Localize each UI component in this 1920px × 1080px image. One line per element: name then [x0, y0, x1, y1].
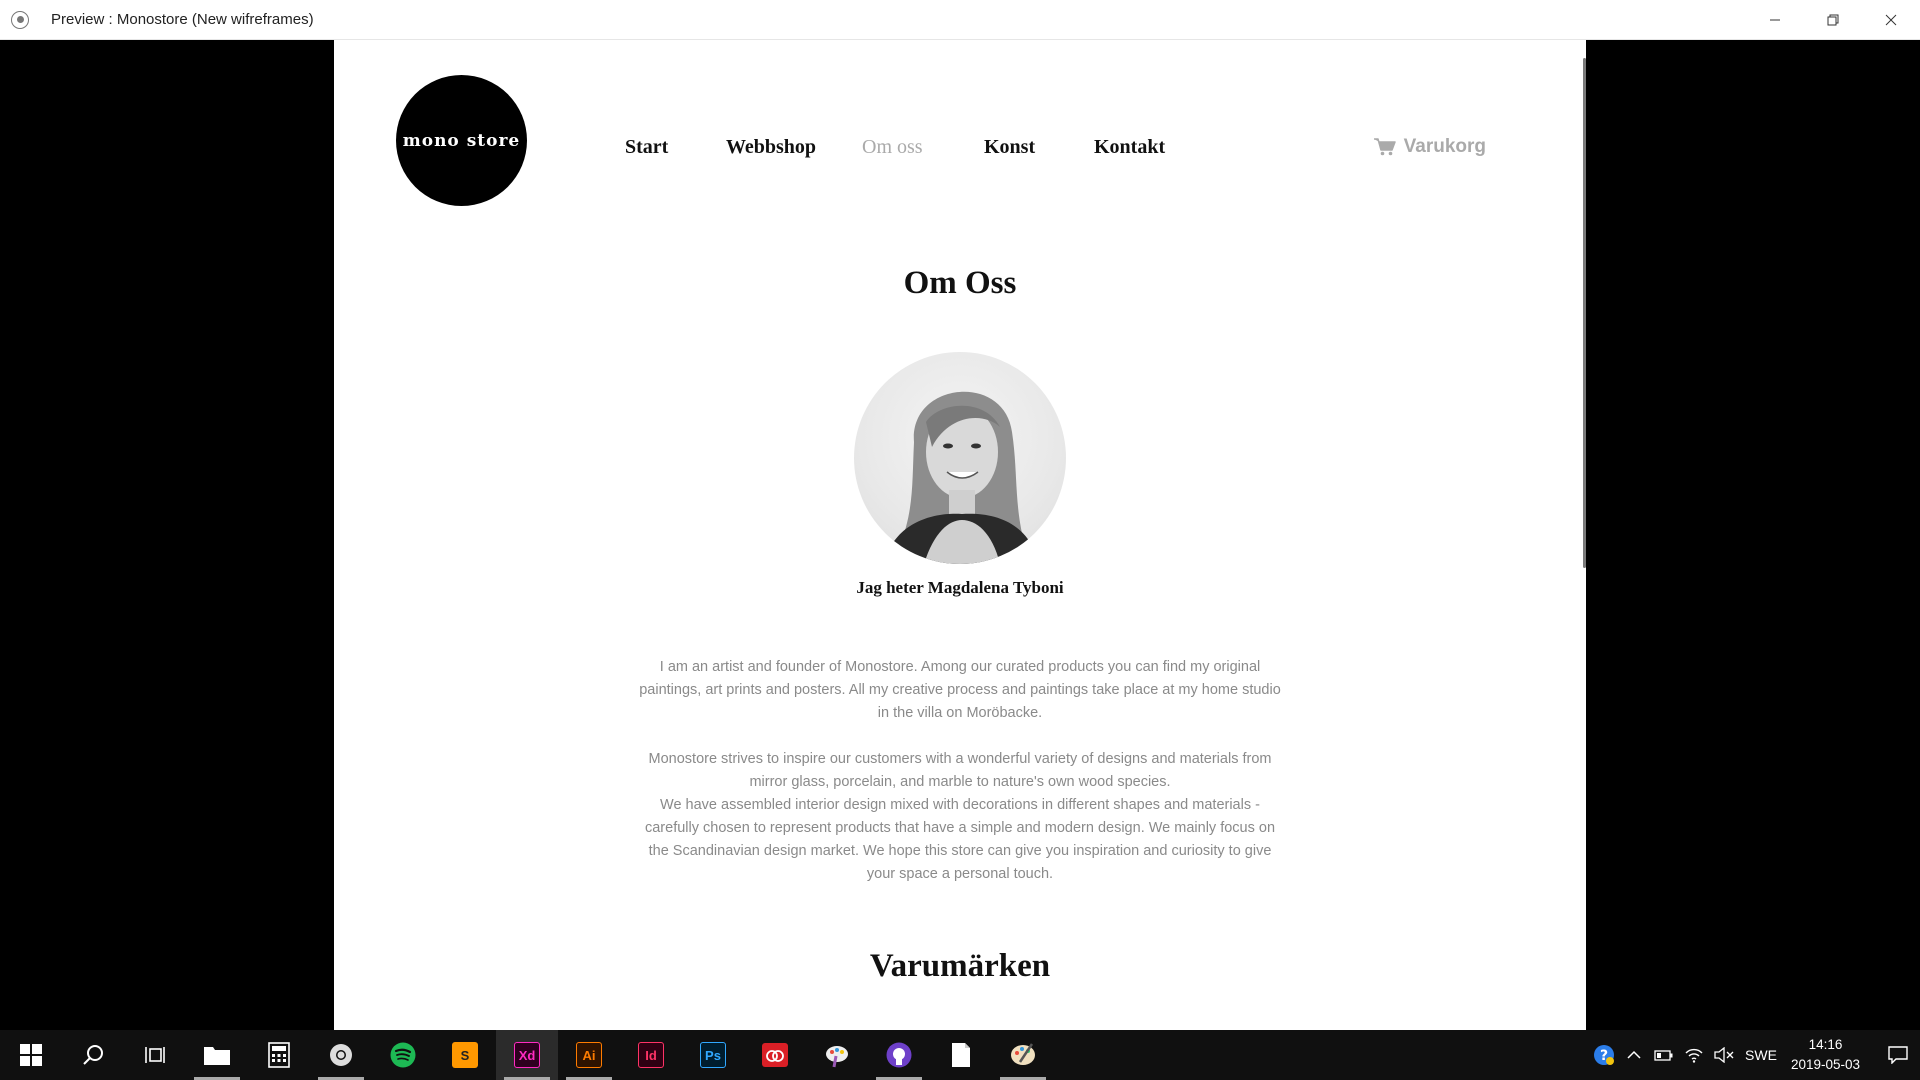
- paint-icon[interactable]: [992, 1030, 1054, 1080]
- nav-item-kontakt[interactable]: Kontakt: [1094, 136, 1165, 159]
- adobe-xd-icon[interactable]: Xd: [496, 1030, 558, 1080]
- nav-item-om-oss[interactable]: Om oss: [862, 136, 923, 159]
- paint-3d-icon[interactable]: [806, 1030, 868, 1080]
- adobe-photoshop-icon[interactable]: Ps: [682, 1030, 744, 1080]
- window-title: Preview : Monostore (New wifreframes): [51, 11, 314, 28]
- window-title-bar: Preview : Monostore (New wifreframes): [0, 0, 1920, 40]
- spotify-icon[interactable]: [372, 1030, 434, 1080]
- bio-paragraph-3: We have assembled interior design mixed …: [644, 797, 1276, 882]
- task-view-icon[interactable]: [124, 1030, 186, 1080]
- artboard: mono store Start Webbshop Om oss Konst K…: [334, 40, 1586, 1030]
- bio-paragraph-2: Monostore strives to inspire our custome…: [648, 751, 1272, 790]
- notification-center-icon[interactable]: [1876, 1046, 1920, 1064]
- clock[interactable]: 14:16 2019-05-03: [1791, 1035, 1860, 1075]
- adobe-illustrator-icon[interactable]: Ai: [558, 1030, 620, 1080]
- start-icon[interactable]: [0, 1030, 62, 1080]
- chrome-icon[interactable]: [310, 1030, 372, 1080]
- nav-item-webbshop[interactable]: Webbshop: [726, 136, 816, 159]
- app-record-icon: [11, 10, 29, 29]
- github-desktop-icon[interactable]: [868, 1030, 930, 1080]
- nav-item-konst[interactable]: Konst: [984, 136, 1035, 159]
- search-icon[interactable]: [62, 1030, 124, 1080]
- calculator-icon[interactable]: [248, 1030, 310, 1080]
- nav-item-start[interactable]: Start: [625, 136, 668, 159]
- clock-date: 2019-05-03: [1790, 1057, 1860, 1072]
- minimize-icon[interactable]: [1746, 0, 1804, 40]
- page-title: Om Oss: [903, 265, 1017, 301]
- taskbar: S Xd Ai Id Ps ? SWE 14:16 2019-05-03: [0, 1030, 1920, 1080]
- chevron-up-icon[interactable]: [1619, 1030, 1649, 1080]
- cart-link[interactable]: Varukorg: [1373, 136, 1486, 158]
- system-tray: ? SWE 14:16 2019-05-03: [1589, 1030, 1920, 1080]
- cart-label: Varukorg: [1403, 136, 1486, 157]
- creative-cloud-icon[interactable]: [744, 1030, 806, 1080]
- bio-paragraph-1: I am an artist and founder of Monostore.…: [639, 659, 1281, 721]
- wifi-icon[interactable]: [1679, 1030, 1709, 1080]
- clock-time: 14:16: [1808, 1037, 1843, 1052]
- vertical-scrollbar[interactable]: [1583, 58, 1586, 568]
- close-icon[interactable]: [1862, 0, 1920, 40]
- founder-name: Jag heter Magdalena Tyboni: [856, 578, 1064, 597]
- window-controls: [1746, 0, 1920, 40]
- portrait-photo: [854, 352, 1066, 564]
- adobe-indesign-icon[interactable]: Id: [620, 1030, 682, 1080]
- language-indicator[interactable]: SWE: [1745, 1047, 1777, 1063]
- sublime-text-icon[interactable]: S: [434, 1030, 496, 1080]
- restore-icon[interactable]: [1804, 0, 1862, 40]
- file-explorer-icon[interactable]: [186, 1030, 248, 1080]
- shopping-cart-icon: [1373, 138, 1396, 156]
- brands-title: Varumärken: [869, 948, 1051, 984]
- help-icon[interactable]: ?: [1589, 1030, 1619, 1080]
- preview-stage: mono store Start Webbshop Om oss Konst K…: [0, 40, 1920, 1030]
- battery-icon[interactable]: [1649, 1030, 1679, 1080]
- notepad-icon[interactable]: [930, 1030, 992, 1080]
- volume-muted-icon[interactable]: [1709, 1030, 1739, 1080]
- main-nav: Start Webbshop Om oss Konst Kontakt Varu…: [334, 136, 1586, 166]
